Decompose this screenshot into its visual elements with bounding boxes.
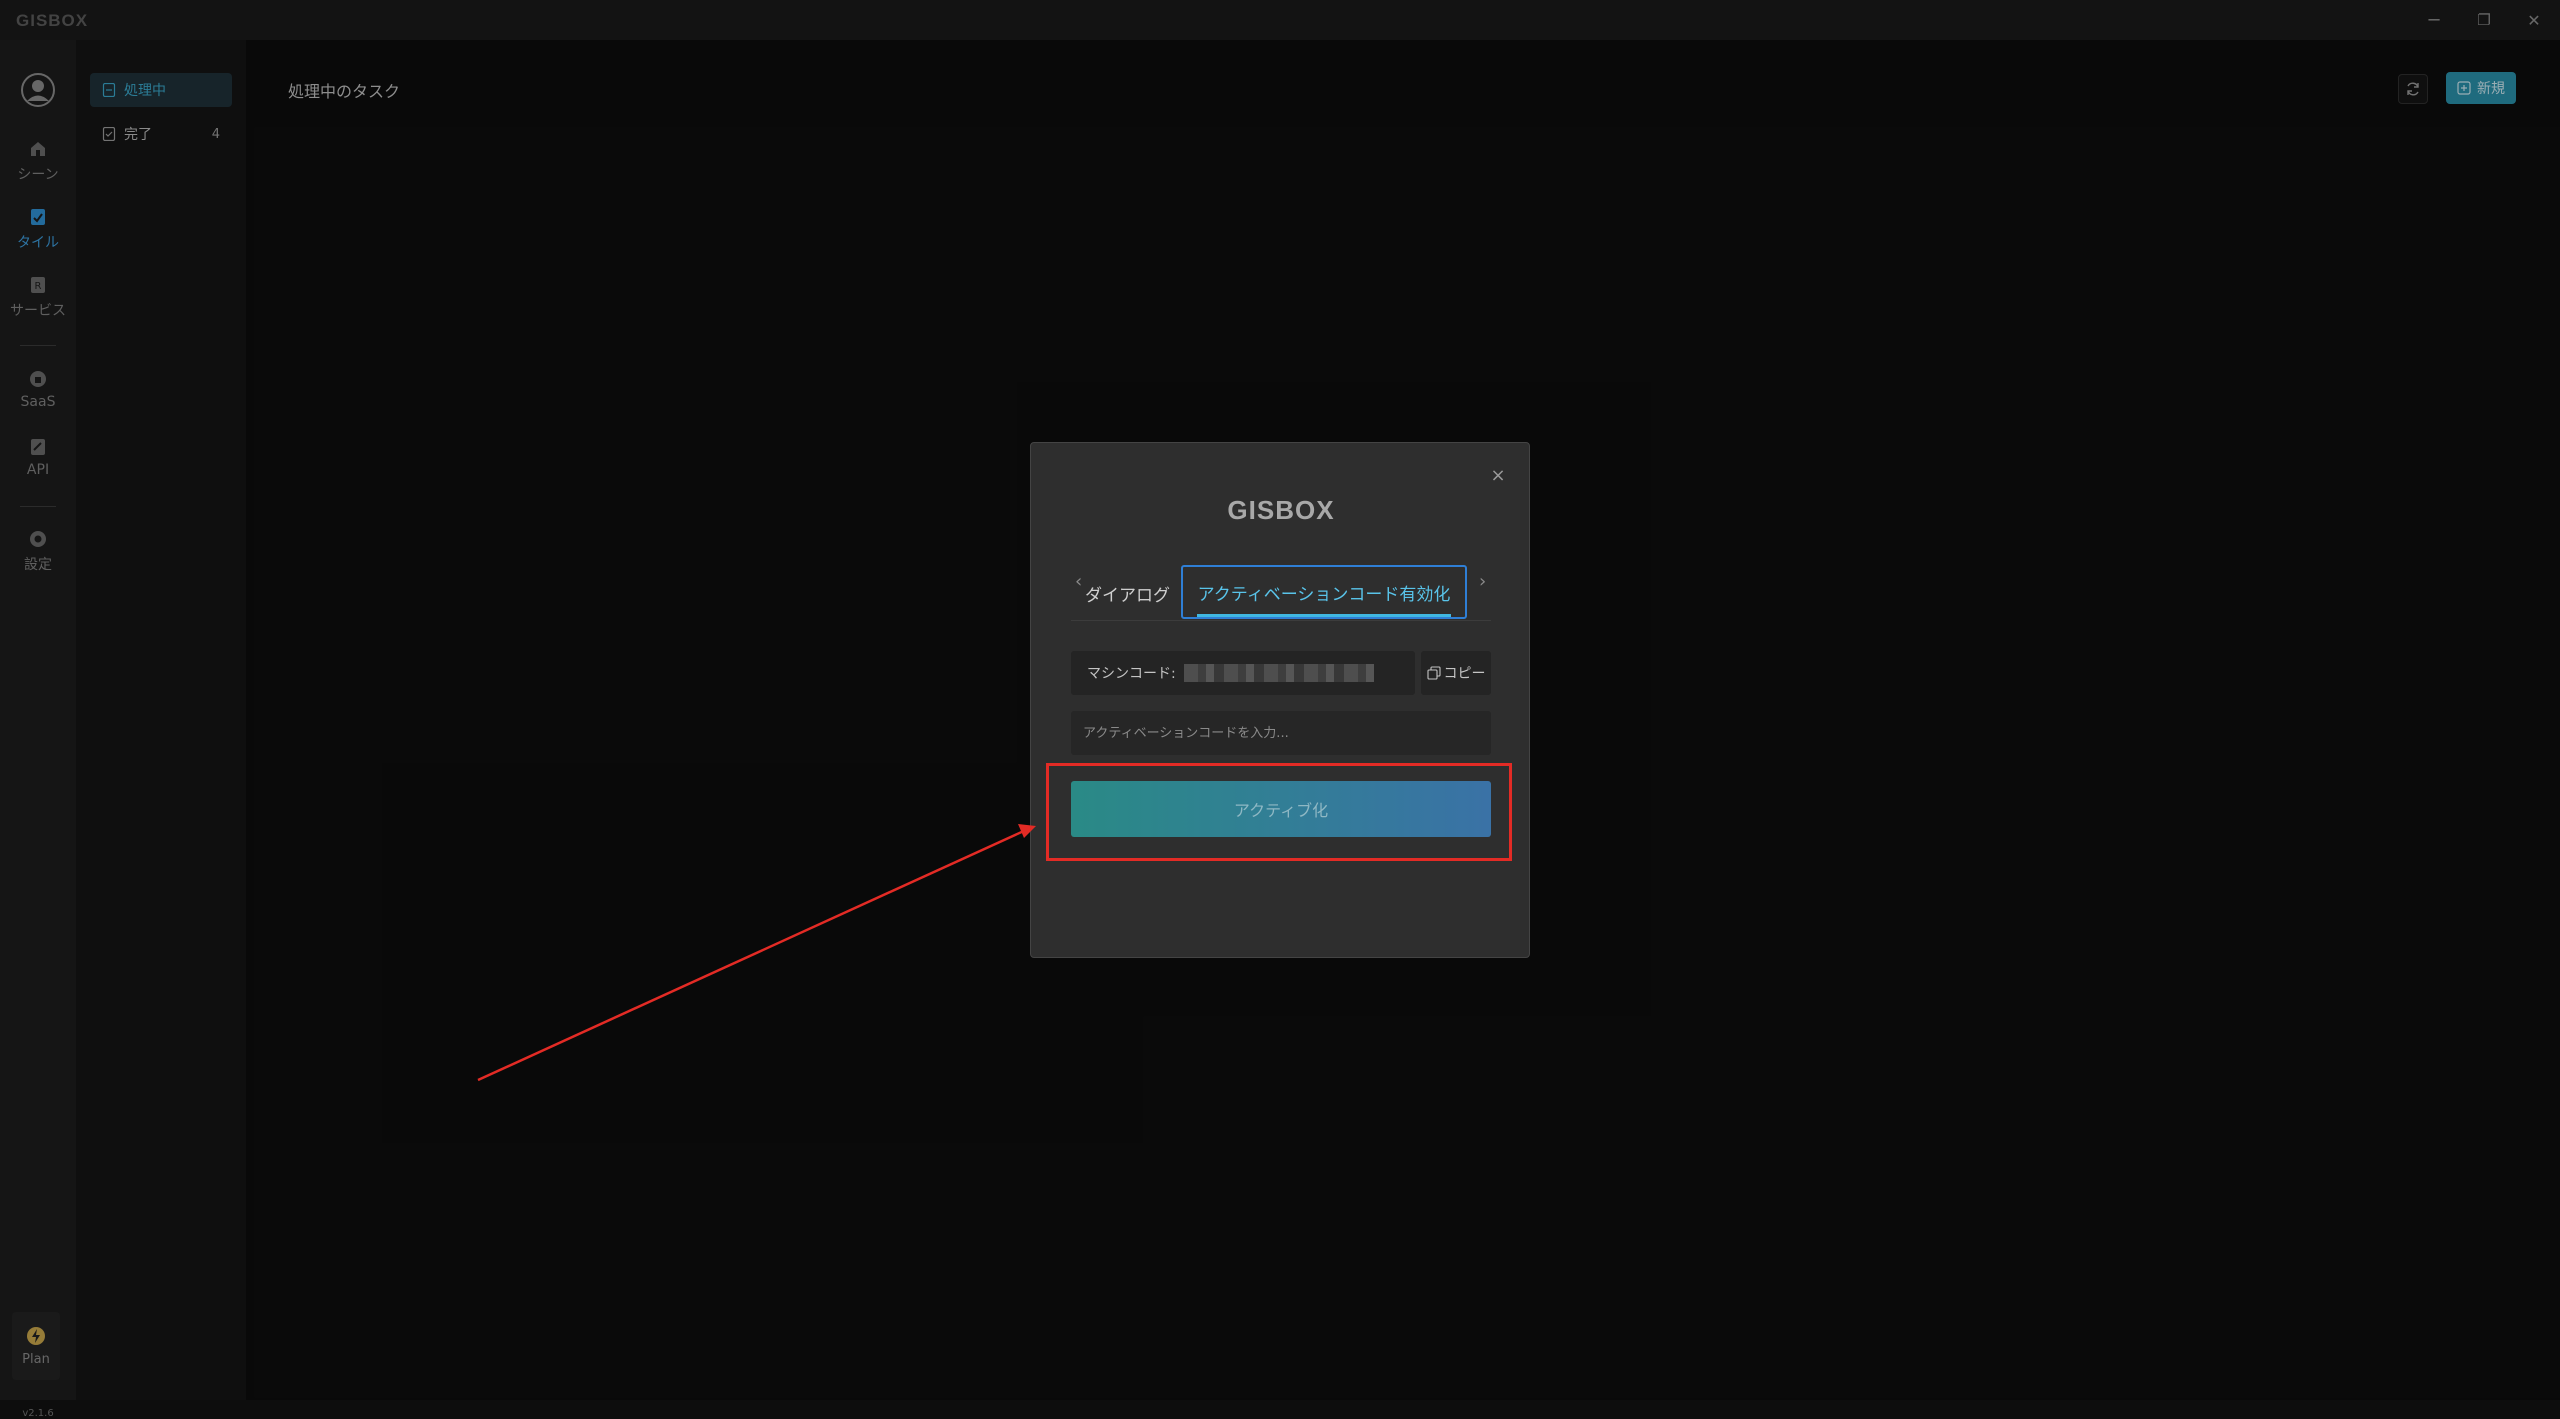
close-icon[interactable]: × (1489, 467, 1507, 485)
tab-underline (1197, 614, 1451, 617)
machine-code-field: マシンコード: (1071, 651, 1415, 695)
activation-dialog: × GISBOX ‹ ダイアログ アクティベーションコード有効化 › マシンコー… (1030, 442, 1530, 958)
copy-button[interactable]: コピー (1421, 651, 1491, 695)
tab-activation-code[interactable]: アクティベーションコード有効化 (1181, 565, 1467, 619)
chevron-right-icon[interactable]: › (1479, 571, 1486, 592)
tab-dialog[interactable]: ダイアログ (1085, 581, 1170, 606)
activation-code-input[interactable] (1071, 711, 1491, 755)
machine-code-value-redacted (1183, 664, 1374, 682)
version-label: v2.1.6 (22, 1408, 54, 1419)
copy-icon (1426, 666, 1441, 680)
annotation-highlight-box (1046, 763, 1512, 861)
chevron-left-icon[interactable]: ‹ (1075, 571, 1082, 592)
dialog-tabs: ‹ ダイアログ アクティベーションコード有効化 › (1071, 563, 1491, 621)
machine-code-label: マシンコード: (1087, 666, 1176, 682)
copy-label: コピー (1443, 666, 1486, 682)
dialog-logo: GISBOX (1227, 495, 1335, 525)
tab-label: アクティベーションコード有効化 (1197, 584, 1451, 605)
